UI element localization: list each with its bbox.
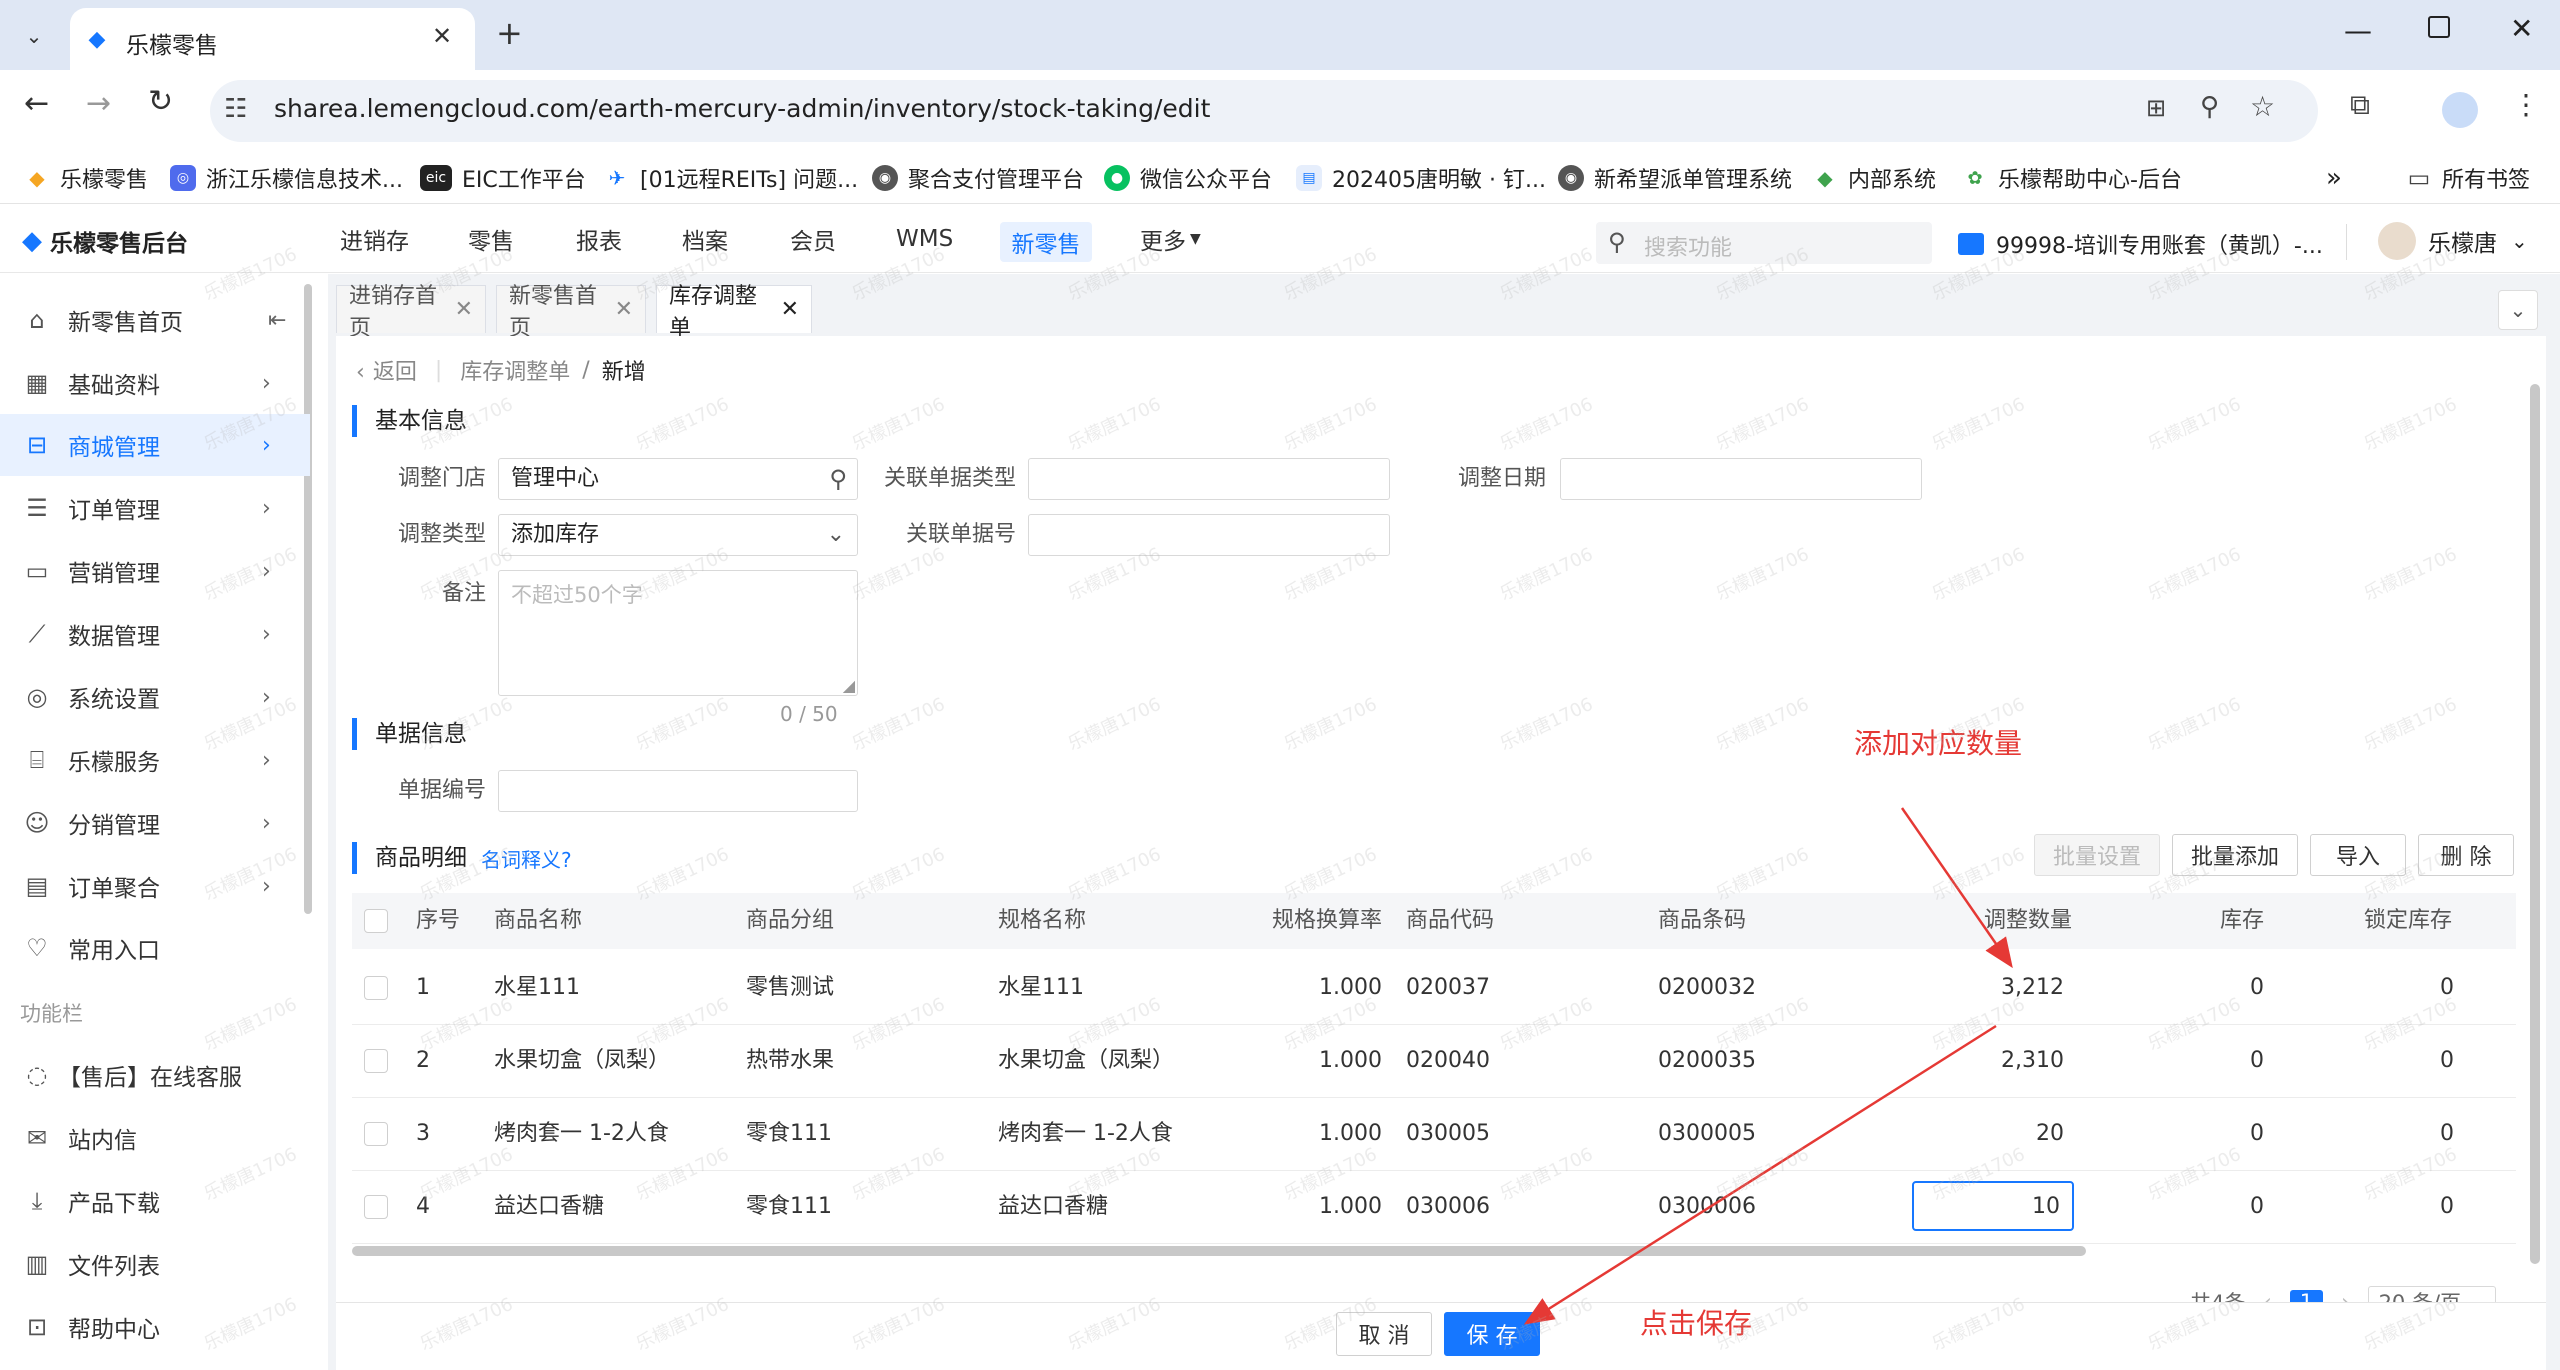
- annotation-arrows: [1523, 807, 2013, 1325]
- arrow-to-save: [1523, 1024, 1997, 1325]
- arrow-to-qty: [1900, 807, 2013, 969]
